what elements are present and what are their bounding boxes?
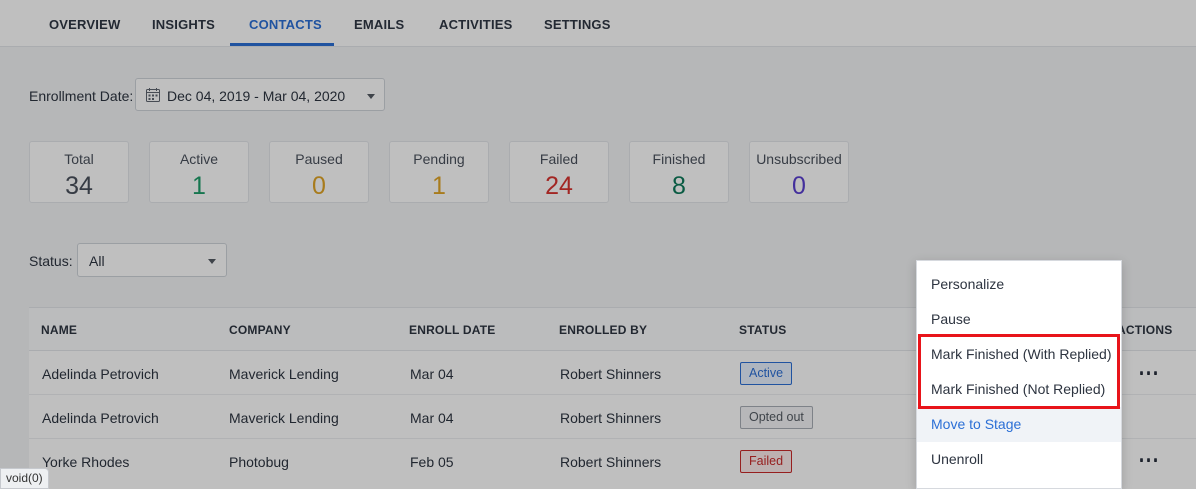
more-actions-icon[interactable]: ··· (1139, 364, 1160, 382)
menu-item-personalize[interactable]: Personalize (917, 267, 1121, 302)
menu-item-pause[interactable]: Pause (917, 302, 1121, 337)
annotation-highlight-box (918, 334, 1120, 409)
browser-status-tooltip: void(0) (0, 468, 49, 489)
menu-item-move-to-stage[interactable]: Move to Stage (917, 407, 1121, 442)
more-actions-icon[interactable]: ··· (1139, 451, 1160, 469)
menu-item-unenroll[interactable]: Unenroll (917, 442, 1121, 477)
